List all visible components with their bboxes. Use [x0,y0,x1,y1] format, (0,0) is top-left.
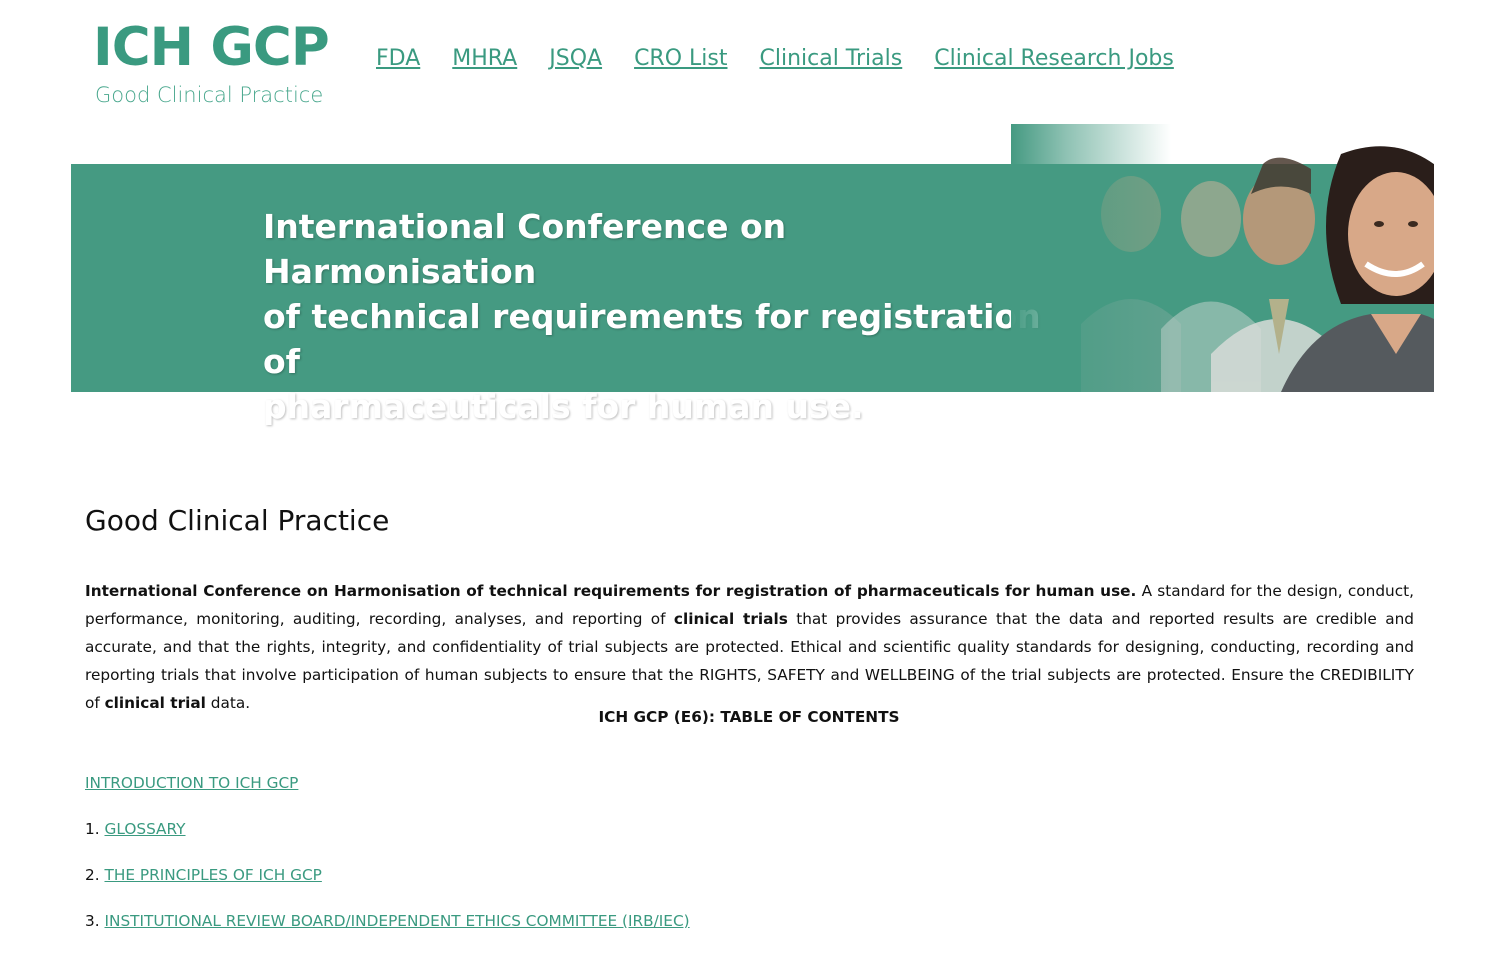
people-illustration [1011,124,1434,392]
nav-link-mhra[interactable]: MHRA [452,46,517,71]
nav-link-clinical-research-jobs[interactable]: Clinical Research Jobs [934,46,1174,71]
nav-link-fda[interactable]: FDA [376,46,420,71]
toc-item: INTRODUCTION TO ICH GCP [85,772,690,818]
intro-bold-clinical-trials: clinical trials [673,610,788,628]
toc-link-introduction[interactable]: INTRODUCTION TO ICH GCP [85,774,298,792]
toc-heading: ICH GCP (E6): TABLE OF CONTENTS [598,708,900,726]
logo-title: ICH GCP [93,17,330,78]
toc-number: 3. [85,912,100,930]
toc-link-irb-iec[interactable]: INSTITUTIONAL REVIEW BOARD/INDEPENDENT E… [104,912,689,930]
toc-item: 1. GLOSSARY [85,818,690,864]
banner-line-1: International Conference on Harmonisatio… [263,207,787,291]
nav-link-clinical-trials[interactable]: Clinical Trials [759,46,902,71]
intro-bold-lead: International Conference on Harmonisatio… [85,582,1137,600]
toc-link-principles[interactable]: THE PRINCIPLES OF ICH GCP [104,866,321,884]
hero-banner: International Conference on Harmonisatio… [71,124,1434,426]
toc-number: 2. [85,866,100,884]
page-title: Good Clinical Practice [85,503,390,537]
site-logo[interactable]: ICH GCP Good Clinical Practice [93,17,330,108]
banner-headline: International Conference on Harmonisatio… [263,204,1043,429]
banner-line-2: of technical requirements for registrati… [263,297,1041,381]
top-nav: FDA MHRA JSQA CRO List Clinical Trials C… [376,46,1206,71]
toc-item: 2. THE PRINCIPLES OF ICH GCP [85,864,690,910]
nav-link-jsqa[interactable]: JSQA [549,46,602,71]
banner-line-3: pharmaceuticals for human use. [263,387,864,426]
logo-subtitle: Good Clinical Practice [95,83,324,107]
nav-link-cro-list[interactable]: CRO List [634,46,727,71]
toc-link-glossary[interactable]: GLOSSARY [104,820,185,838]
intro-paragraph: International Conference on Harmonisatio… [85,577,1414,717]
table-of-contents: INTRODUCTION TO ICH GCP 1. GLOSSARY 2. T… [85,772,690,956]
toc-number: 1. [85,820,100,838]
toc-item: 3. INSTITUTIONAL REVIEW BOARD/INDEPENDEN… [85,910,690,956]
banner-people-image [1011,124,1434,392]
